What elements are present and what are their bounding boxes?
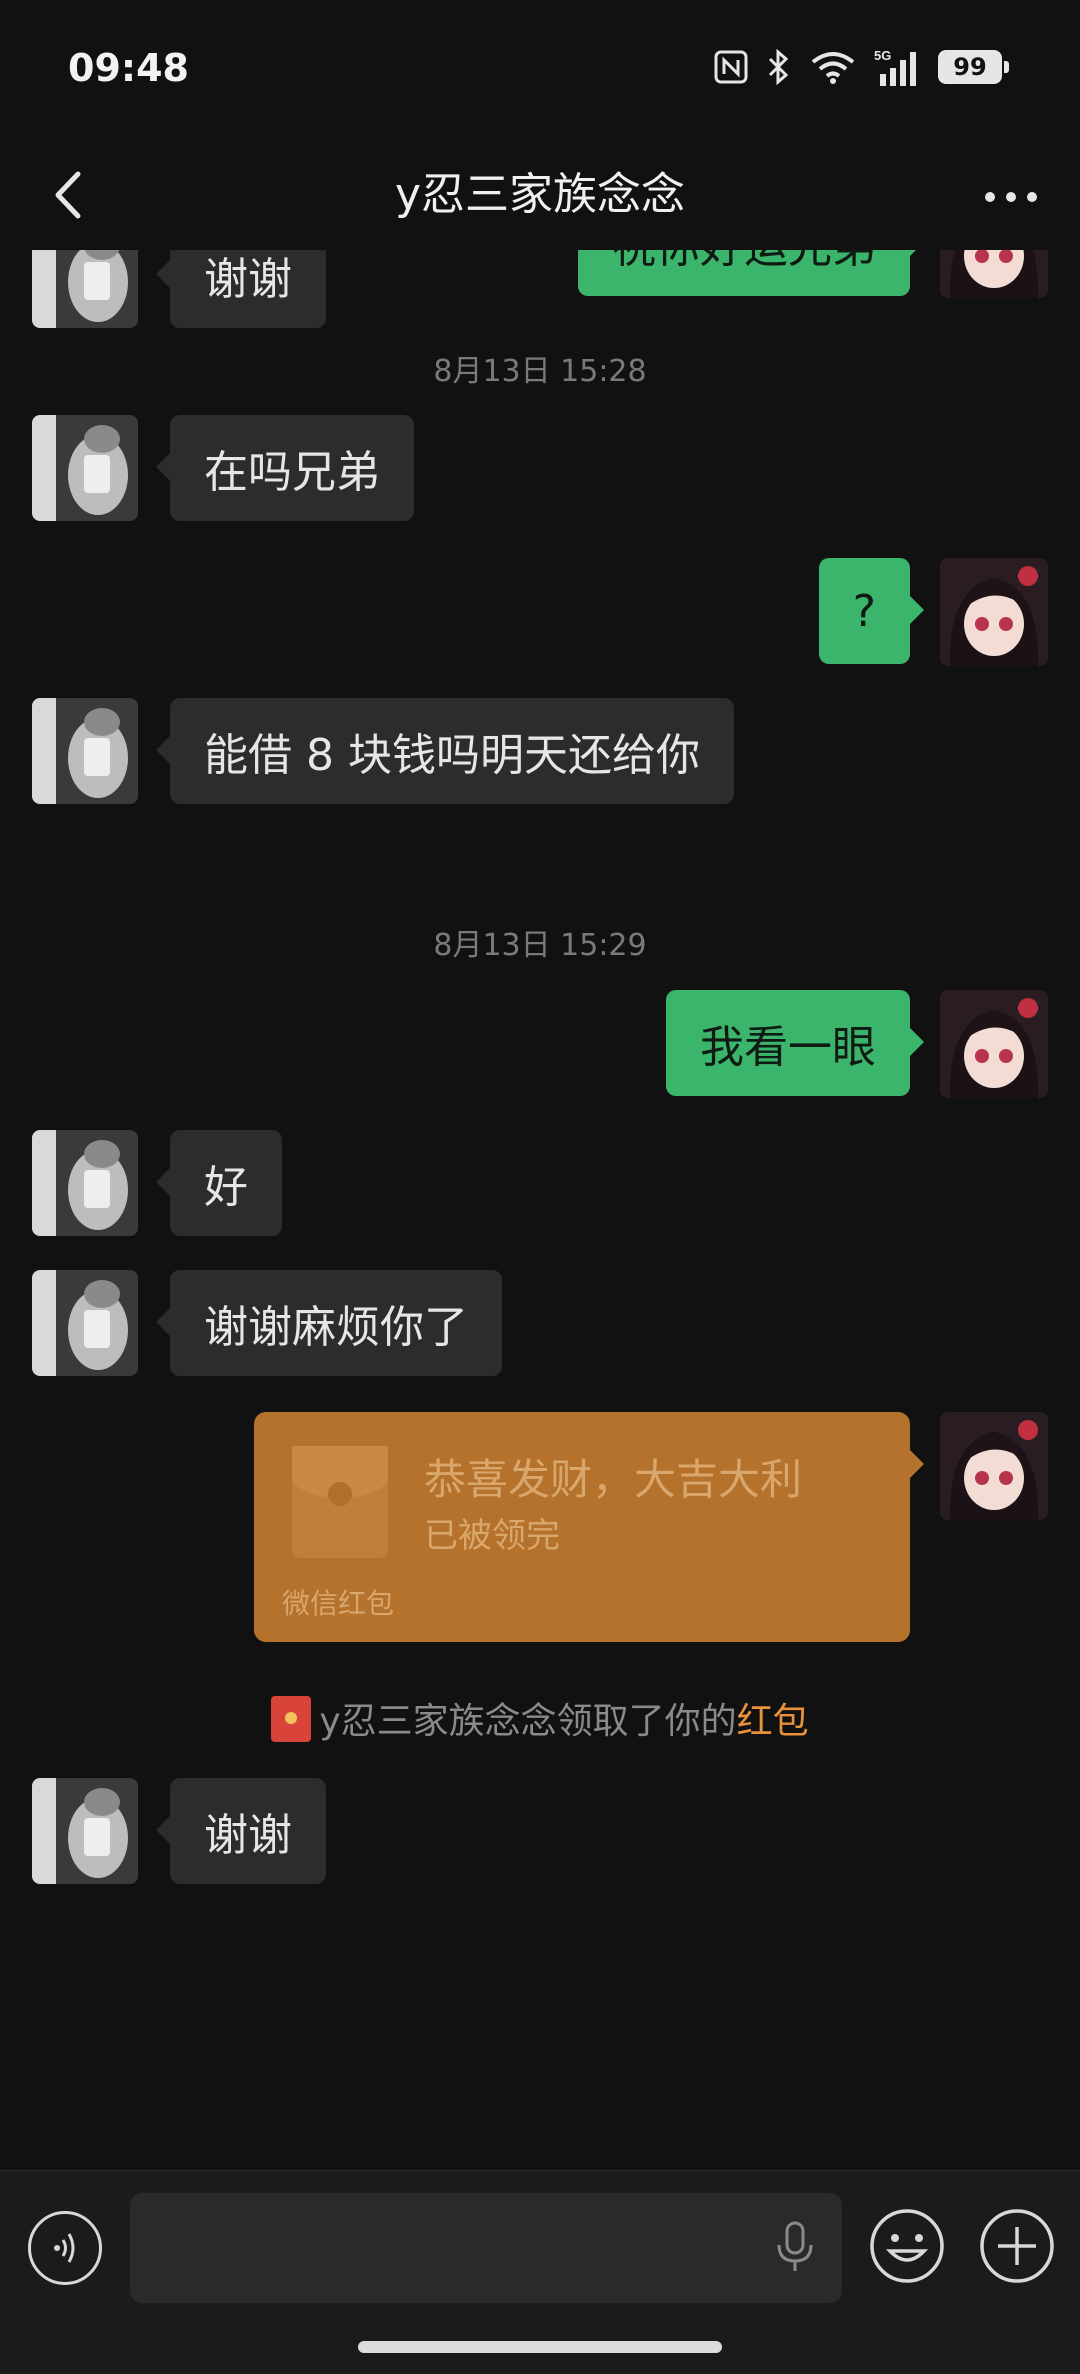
message-incoming[interactable]: 谢谢麻烦你了: [156, 1270, 502, 1376]
avatar-self-image: [940, 1412, 1048, 1520]
message-text: 我看一眼: [700, 1022, 876, 1073]
red-packet-footer: 微信红包: [282, 1587, 395, 1620]
avatar-self[interactable]: [940, 558, 1048, 666]
avatar-self-image: [940, 250, 1048, 298]
avatar-self[interactable]: [940, 250, 1048, 298]
avatar-contact-image: [32, 415, 138, 521]
mic-icon[interactable]: [770, 2217, 820, 2277]
message-text: 好: [204, 1162, 248, 1213]
message-outgoing[interactable]: ?: [818, 558, 925, 664]
red-packet-status: 已被领完: [424, 1516, 560, 1556]
status-bar: 09:48 5G 99: [0, 0, 1080, 140]
message-incoming[interactable]: 谢谢: [156, 250, 326, 328]
red-packet-card[interactable]: 恭喜发财，大吉大利 已被领完 微信红包: [254, 1412, 924, 1642]
avatar-contact[interactable]: [32, 415, 138, 521]
voice-icon: [54, 2233, 75, 2263]
plus-icon[interactable]: [978, 2207, 1056, 2285]
red-packet-icon: [292, 1446, 388, 1558]
chat-title: y忍三家族念念: [394, 169, 686, 220]
message-text: ?: [852, 585, 876, 637]
message-text: 谢谢麻烦你了: [204, 1302, 468, 1353]
red-packet-link[interactable]: 红包: [737, 1701, 809, 1742]
avatar-contact-image: [32, 1778, 138, 1884]
red-packet-title: 恭喜发财，大吉大利: [424, 1455, 803, 1504]
message-text: 能借 8 块钱吗明天还给你: [204, 730, 700, 781]
wifi-icon: [811, 52, 855, 84]
avatar-self[interactable]: [940, 1412, 1048, 1520]
system-note: y忍三家族念念领取了你的红包: [0, 1692, 1080, 1746]
message-incoming[interactable]: 谢谢: [156, 1778, 326, 1884]
status-icons: 5G 99: [714, 48, 1009, 86]
avatar-contact-image: [32, 1270, 138, 1376]
more-icon[interactable]: [976, 162, 1046, 232]
timestamp: 8月13日 15:29: [433, 928, 647, 963]
emoji-icon[interactable]: [868, 2207, 946, 2285]
voice-button[interactable]: [28, 2211, 102, 2285]
message-text: 谢谢: [204, 254, 292, 305]
red-packet-small-icon: [271, 1696, 312, 1742]
message-input[interactable]: [130, 2193, 842, 2303]
input-bar: [0, 2170, 1080, 2374]
timestamp: 8月13日 15:28: [433, 354, 647, 389]
chat-header: y忍三家族念念: [0, 140, 1080, 250]
home-indicator[interactable]: [358, 2341, 722, 2353]
message-text: 谢谢: [204, 1810, 292, 1861]
avatar-contact[interactable]: [32, 698, 138, 804]
avatar-contact[interactable]: [32, 1130, 138, 1236]
avatar-contact-image: [32, 250, 138, 328]
message-incoming[interactable]: 在吗兄弟: [156, 415, 414, 521]
avatar-self-image: [940, 990, 1048, 1098]
message-incoming[interactable]: 能借 8 块钱吗明天还给你: [156, 698, 734, 804]
avatar-contact[interactable]: [32, 1270, 138, 1376]
message-outgoing[interactable]: 我看一眼: [666, 990, 924, 1096]
message-text: 祝你好运兄弟: [612, 250, 876, 275]
nfc-icon: [714, 50, 748, 84]
svg-text:5G: 5G: [874, 48, 891, 63]
message-outgoing[interactable]: 祝你好运兄弟: [578, 250, 924, 296]
avatar-contact-image: [32, 698, 138, 804]
avatar-contact-image: [32, 1130, 138, 1236]
avatar-contact[interactable]: [32, 250, 138, 328]
avatar-self-image: [940, 558, 1048, 666]
message-text: 在吗兄弟: [204, 447, 380, 498]
message-incoming[interactable]: 好: [156, 1130, 282, 1236]
avatar-self[interactable]: [940, 990, 1048, 1098]
avatar-contact[interactable]: [32, 1778, 138, 1884]
status-time: 09:48: [68, 46, 189, 90]
bluetooth-icon: [768, 49, 789, 85]
chat-area[interactable]: 祝你好运兄弟 谢谢 8月13日 15:28: [0, 250, 1080, 2170]
battery-indicator: 99: [938, 50, 1009, 84]
signal-icon: 5G: [874, 48, 916, 86]
system-note-text: y忍三家族念念领取了你的: [319, 1701, 737, 1742]
